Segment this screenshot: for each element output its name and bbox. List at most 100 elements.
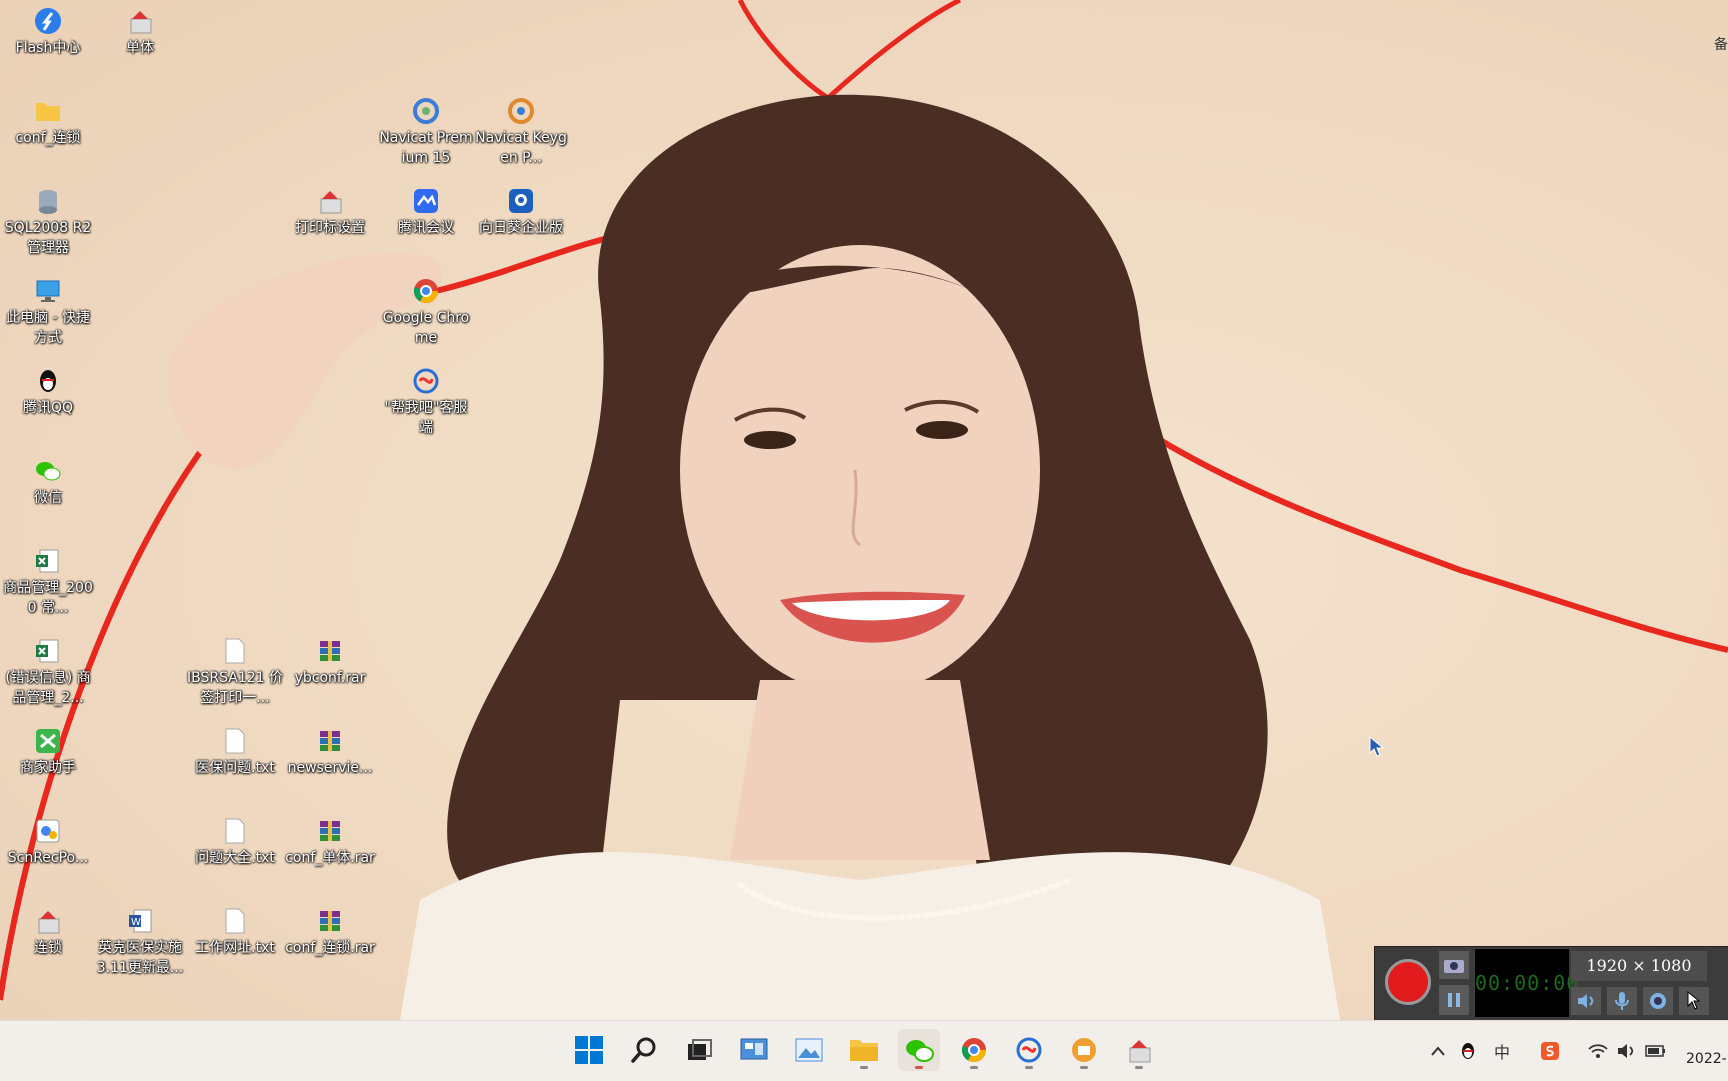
battery-status[interactable] [1644,1039,1668,1063]
taskbar-app-control-panel[interactable] [733,1029,775,1071]
mouse-cursor-icon [1369,736,1385,757]
start-button[interactable] [568,1029,610,1071]
desktop-icon-conf-danti-rar[interactable]: conf_单体.rar [282,814,378,868]
desktop-icon-yingke-doc[interactable]: W 英克医保实施3.11更新最... [92,904,188,978]
file-explorer-icon [850,1040,878,1061]
desktop-icon-google-chrome[interactable]: Google Chrome [378,274,474,348]
wifi-icon [1588,1044,1608,1058]
desktop-icon-label: Google Chrome [382,310,470,346]
desktop-icon-label: ScnRecPo... [7,850,89,866]
photos-icon [795,1038,823,1062]
database-icon [33,186,63,216]
task-view-icon [688,1039,712,1060]
desktop-icon-scnrecpo[interactable]: ScnRecPo... [0,814,96,868]
tencent-meeting-icon [411,186,441,216]
desktop-icon-tencent-qq[interactable]: 腾讯QQ [0,364,96,418]
desktop-icon-newservie[interactable]: newservie... [282,724,378,778]
tray-sogou[interactable] [1538,1039,1562,1063]
qq-penguin-icon [1462,1043,1474,1059]
rar-archive-icon [315,816,345,846]
rar-archive-icon [315,906,345,936]
resolution-display[interactable]: 1920 × 1080 [1571,951,1707,981]
desktop-icon-wechat[interactable]: 微信 [0,454,96,508]
desktop-icon-label: ybconf.rar [294,670,366,686]
running-indicator [1080,1066,1088,1069]
desktop-icon-label: Navicat Premium 15 [379,130,473,166]
desktop-icon-this-pc[interactable]: 此电脑 - 快捷方式 [0,274,96,348]
desktop-icon-yibao-txt[interactable]: 医保问题.txt [187,724,283,778]
webcam-icon[interactable] [1643,987,1673,1015]
desktop-icon-label: conf_单体.rar [285,850,375,866]
helper-icon [1016,1037,1042,1063]
taskbar: 中 2022- [0,1020,1728,1081]
desktop-icon-label: IBSRSA121 价签打印一... [187,670,283,706]
desktop-icon-label: 微信 [34,490,62,506]
running-indicator [970,1066,978,1069]
desktop-icon-tencent-meeting[interactable]: 腾讯会议 [378,184,474,238]
desktop-icon-label: 商家助手 [20,760,76,776]
excel-file-icon [33,636,63,666]
taskbar-app-print-tool[interactable] [1118,1029,1160,1071]
desktop-icon-ybconf-rar[interactable]: ybconf.rar [282,634,378,688]
desktop: Flash中心 单体 conf_连锁 Navicat Premium 15 Na… [0,0,1728,1020]
text-file-icon [220,816,250,846]
desktop-icon-label: newservie... [287,760,373,776]
desktop-icon-label: Navicat Keygen P... [475,130,567,166]
taskbar-app-photos[interactable] [788,1029,830,1071]
rar-archive-icon [315,726,345,756]
taskbar-app-wechat[interactable] [898,1029,940,1071]
desktop-icon-bangwoba[interactable]: "帮我吧"客服端 [378,364,474,438]
running-indicator [1025,1066,1033,1069]
screen-recorder-panel: 00:00:00 1920 × 1080 [1374,946,1728,1020]
desktop-icon-label: "帮我吧"客服端 [384,400,468,436]
battery-icon [1645,1045,1665,1057]
start-icon [575,1036,603,1064]
computer-icon [33,276,63,306]
running-indicator [915,1066,923,1069]
pause-icon[interactable] [1439,985,1469,1015]
rar-archive-icon [315,636,345,666]
navicat-icon [411,96,441,126]
wifi-status[interactable] [1586,1039,1610,1063]
cursor-toggle-icon[interactable] [1679,987,1709,1015]
desktop-icon-goods-error[interactable]: (错误信息) 商品管理_2... [0,634,96,708]
desktop-icon-danti[interactable]: 单体 [92,4,188,58]
desktop-icon-conf-liansuo[interactable]: conf_连锁 [0,94,96,148]
taskbar-app-chrome[interactable] [953,1029,995,1071]
taskbar-app-file-explorer[interactable] [843,1029,885,1071]
desktop-icon-conf-liansuo-rar[interactable]: conf_连锁.rar [282,904,378,958]
desktop-icon-ibsrsa121[interactable]: IBSRSA121 价签打印一... [187,634,283,708]
app-shortcut-icon [315,186,345,216]
desktop-icon-sunflower[interactable]: 向日葵企业版 [473,184,569,238]
app-shortcut-icon [33,906,63,936]
system-clock[interactable]: 2022- [1686,1051,1727,1067]
camera-icon[interactable] [1439,951,1469,979]
search-button[interactable] [623,1029,665,1071]
microphone-icon[interactable] [1607,987,1637,1015]
taskbar-app-store[interactable] [1063,1029,1105,1071]
speaker-icon[interactable] [1571,987,1601,1015]
desktop-icon-liansuo[interactable]: 连锁 [0,904,96,958]
desktop-icon-work-urls-txt[interactable]: 工作网址.txt [187,904,283,958]
text-file-icon [220,906,250,936]
record-button[interactable] [1385,959,1431,1005]
taskbar-app-helper[interactable] [1008,1029,1050,1071]
task-view-button[interactable] [678,1029,720,1071]
ime-indicator[interactable]: 中 [1490,1039,1514,1063]
chrome-icon [961,1038,986,1063]
desktop-icon-goods-2000[interactable]: 商品管理_2000 常... [0,544,96,618]
merchant-assistant-icon [33,726,63,756]
desktop-icon-navicat-premium[interactable]: Navicat Premium 15 [378,94,474,168]
text-file-icon [220,726,250,756]
desktop-icon-question-bank-txt[interactable]: 问题大全.txt [187,814,283,868]
desktop-icon-flash-center[interactable]: Flash中心 [0,4,96,58]
tray-qq[interactable] [1456,1039,1480,1063]
desktop-icon-merchant-assistant[interactable]: 商家助手 [0,724,96,778]
search-icon [631,1037,656,1063]
app-shortcut-icon [125,6,155,36]
desktop-icon-sql2008[interactable]: SQL2008 R2 管理器 [0,184,96,258]
show-hidden-icons-button[interactable] [1426,1039,1450,1063]
desktop-icon-navicat-keygen[interactable]: Navicat Keygen P... [473,94,569,168]
desktop-icon-print-label-settings[interactable]: 打印标设置 [282,184,378,238]
volume-control[interactable] [1614,1039,1638,1063]
